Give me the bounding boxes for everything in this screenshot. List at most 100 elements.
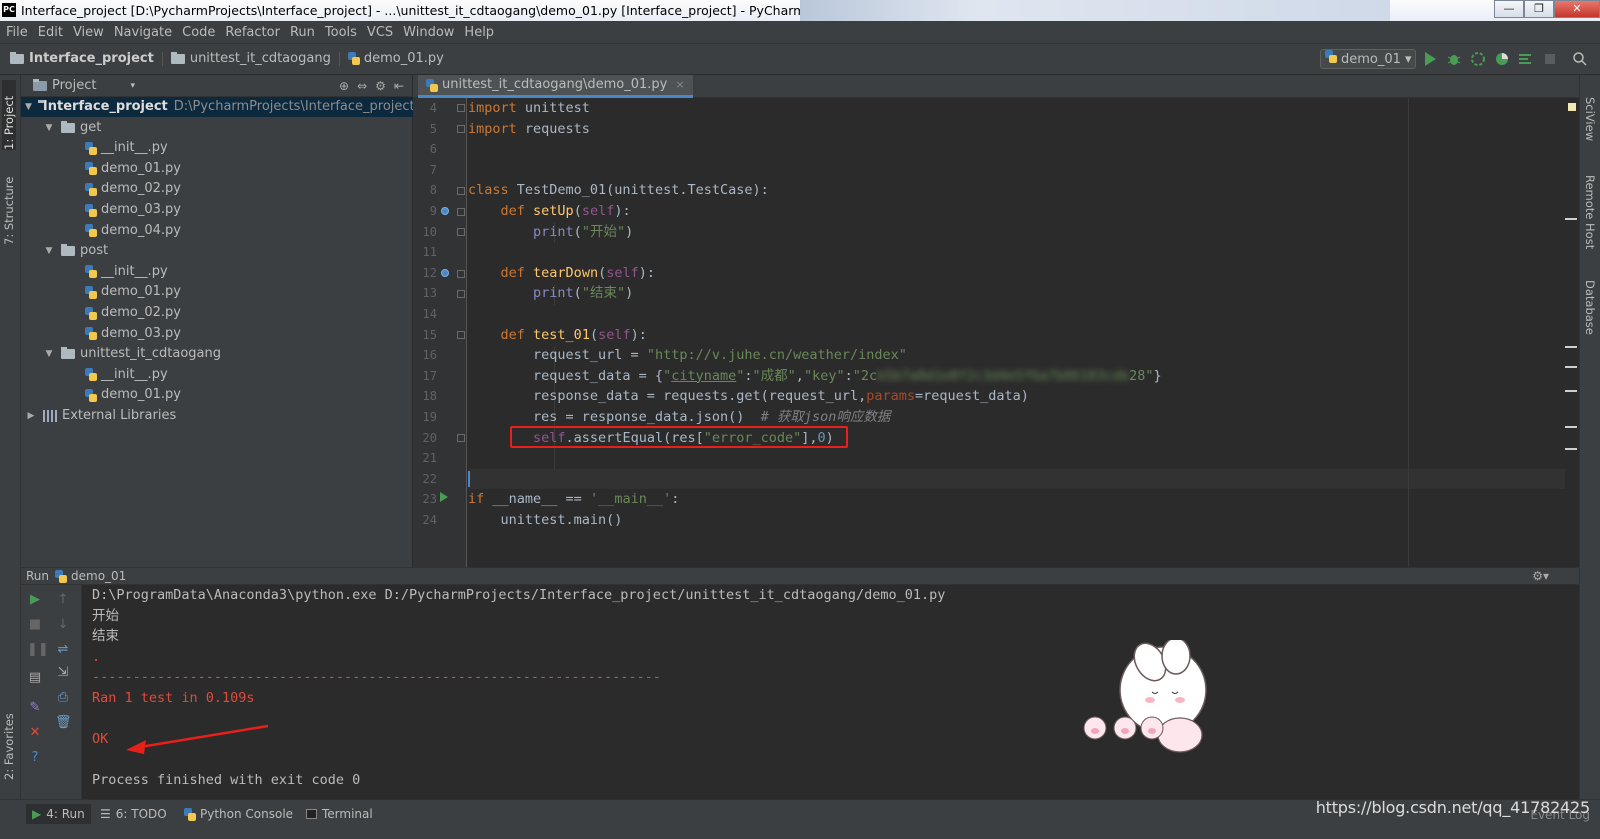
- locate-icon[interactable]: ⊕: [339, 79, 349, 93]
- fold-marker-icon[interactable]: [457, 208, 465, 216]
- tree-file[interactable]: demo_03.py: [21, 324, 413, 344]
- expanded-arrow-icon[interactable]: ▼: [43, 241, 55, 261]
- breadcrumb-project[interactable]: Interface_project: [29, 51, 154, 66]
- expanded-arrow-icon[interactable]: ▼: [25, 97, 32, 117]
- layout-icon[interactable]: ▤: [27, 670, 43, 686]
- tree-root[interactable]: ▼ Interface_project D:\PycharmProjects\I…: [21, 97, 415, 117]
- expanded-arrow-icon[interactable]: ▼: [43, 118, 55, 138]
- line-number: 22: [422, 471, 437, 486]
- fold-marker-icon[interactable]: [457, 331, 465, 339]
- collapse-all-icon[interactable]: ⇔: [357, 79, 367, 93]
- breadcrumb-folder[interactable]: unittest_it_cdtaogang: [190, 51, 331, 66]
- menu-window[interactable]: Window: [403, 25, 454, 40]
- tree-folder-unittest[interactable]: ▼ unittest_it_cdtaogang: [21, 344, 413, 364]
- terminal-tool-tab[interactable]: Terminal: [300, 804, 379, 824]
- todo-tool-tab[interactable]: ☰ 6: TODO: [94, 804, 173, 824]
- remote-host-tool-tab[interactable]: Remote Host: [1583, 175, 1597, 249]
- gear-icon[interactable]: ⚙▾: [1532, 568, 1549, 585]
- project-tool-tab[interactable]: 1: Project: [2, 80, 16, 150]
- run-tool-tab[interactable]: ▶ 4: Run: [26, 804, 91, 824]
- menu-file[interactable]: File: [6, 25, 28, 40]
- maximize-button[interactable]: ❐: [1524, 0, 1554, 18]
- run-config-name[interactable]: demo_01: [71, 568, 126, 585]
- concurrency-icon[interactable]: [1518, 51, 1534, 67]
- run-console[interactable]: D:\ProgramData\Anaconda3\python.exe D:/P…: [81, 585, 1565, 800]
- python-file-icon: [85, 306, 97, 320]
- tree-folder-post[interactable]: ▼ post: [21, 241, 413, 261]
- stop-icon[interactable]: ■: [27, 617, 43, 633]
- pin-icon[interactable]: ✎: [27, 700, 43, 716]
- debug-icon[interactable]: [1446, 51, 1462, 67]
- down-arrow-icon[interactable]: ↓: [55, 617, 71, 633]
- menu-view[interactable]: View: [73, 25, 104, 40]
- menu-help[interactable]: Help: [464, 25, 494, 40]
- scroll-to-end-icon[interactable]: ⇲: [55, 665, 71, 681]
- fold-marker-icon[interactable]: [457, 228, 465, 236]
- fold-marker-icon[interactable]: [457, 270, 465, 278]
- rerun-icon[interactable]: ▶: [27, 592, 43, 608]
- python-console-tool-tab[interactable]: Python Console: [178, 804, 299, 824]
- close-icon[interactable]: ✕: [27, 725, 43, 741]
- close-window-button[interactable]: ✕: [1554, 0, 1600, 18]
- override-marker-icon[interactable]: [441, 207, 449, 215]
- tree-file[interactable]: demo_01.py: [21, 159, 413, 179]
- fold-marker-icon[interactable]: [457, 125, 465, 133]
- profile-icon[interactable]: [1494, 51, 1510, 67]
- tree-file[interactable]: demo_03.py: [21, 200, 413, 220]
- editor-scrollbar[interactable]: [1565, 98, 1579, 567]
- tree-file[interactable]: demo_04.py: [21, 221, 413, 241]
- tree-folder-get[interactable]: ▼ get: [21, 118, 413, 138]
- collapsed-arrow-icon[interactable]: ▶: [25, 406, 37, 426]
- tree-file[interactable]: __init__.py: [21, 365, 413, 385]
- tree-file[interactable]: demo_02.py: [21, 179, 413, 199]
- stop-icon[interactable]: [1542, 51, 1558, 67]
- tree-file[interactable]: __init__.py: [21, 138, 413, 158]
- soft-wrap-icon[interactable]: ⇌: [55, 642, 71, 658]
- structure-tool-tab[interactable]: 7: Structure: [2, 170, 16, 245]
- tree-file[interactable]: __init__.py: [21, 262, 413, 282]
- override-marker-icon[interactable]: [441, 269, 449, 277]
- menu-vcs[interactable]: VCS: [367, 25, 393, 40]
- menu-refactor[interactable]: Refactor: [225, 25, 280, 40]
- editor-tab-demo-01[interactable]: unittest_it_cdtaogang\demo_01.py ×: [418, 75, 693, 98]
- help-icon[interactable]: ?: [27, 750, 43, 766]
- fold-marker-icon[interactable]: [457, 290, 465, 298]
- expanded-arrow-icon[interactable]: ▼: [43, 344, 55, 364]
- project-panel-title[interactable]: Project: [52, 78, 96, 93]
- coverage-icon[interactable]: [1470, 51, 1486, 67]
- code-area[interactable]: import unittest import requests class Te…: [468, 98, 1579, 567]
- favorites-tool-tab[interactable]: 2: Favorites: [2, 710, 16, 780]
- menu-edit[interactable]: Edit: [38, 25, 63, 40]
- fold-marker-icon[interactable]: [457, 434, 465, 442]
- tree-file[interactable]: demo_01.py: [21, 282, 413, 302]
- fold-marker-icon[interactable]: [457, 104, 465, 112]
- red-highlight-box: [510, 426, 848, 448]
- trash-icon[interactable]: 🗑: [55, 715, 72, 731]
- console-scrollbar[interactable]: [1565, 585, 1579, 800]
- run-tab-label: 4: Run: [46, 807, 85, 821]
- search-icon[interactable]: [1572, 51, 1588, 67]
- inspection-status-icon[interactable]: [1568, 103, 1576, 111]
- run-icon[interactable]: [1422, 51, 1438, 67]
- menu-run[interactable]: Run: [290, 25, 315, 40]
- up-arrow-icon[interactable]: ↑: [55, 592, 71, 608]
- database-tool-tab[interactable]: Database: [1583, 280, 1597, 335]
- tree-external-libraries[interactable]: ▶ External Libraries: [21, 406, 413, 426]
- menu-tools[interactable]: Tools: [325, 25, 357, 40]
- sciview-tool-tab[interactable]: SciView: [1583, 97, 1597, 141]
- minimize-button[interactable]: —: [1494, 0, 1524, 18]
- tree-file[interactable]: demo_02.py: [21, 303, 413, 323]
- gear-icon[interactable]: ⚙: [375, 79, 386, 93]
- menu-code[interactable]: Code: [182, 25, 215, 40]
- print-icon[interactable]: ⎙: [55, 690, 71, 706]
- fold-marker-icon[interactable]: [457, 187, 465, 195]
- menu-navigate[interactable]: Navigate: [114, 25, 172, 40]
- tree-file[interactable]: demo_01.py: [21, 385, 413, 405]
- chevron-down-icon[interactable]: ▾: [130, 81, 135, 91]
- run-gutter-icon[interactable]: [440, 492, 448, 502]
- run-configuration-select[interactable]: demo_01 ▾: [1320, 49, 1416, 69]
- hide-panel-icon[interactable]: ⇤: [394, 79, 404, 93]
- close-tab-icon[interactable]: ×: [675, 74, 684, 96]
- pause-icon[interactable]: ❚❚: [27, 642, 49, 658]
- breadcrumb-file[interactable]: demo_01.py: [364, 51, 444, 66]
